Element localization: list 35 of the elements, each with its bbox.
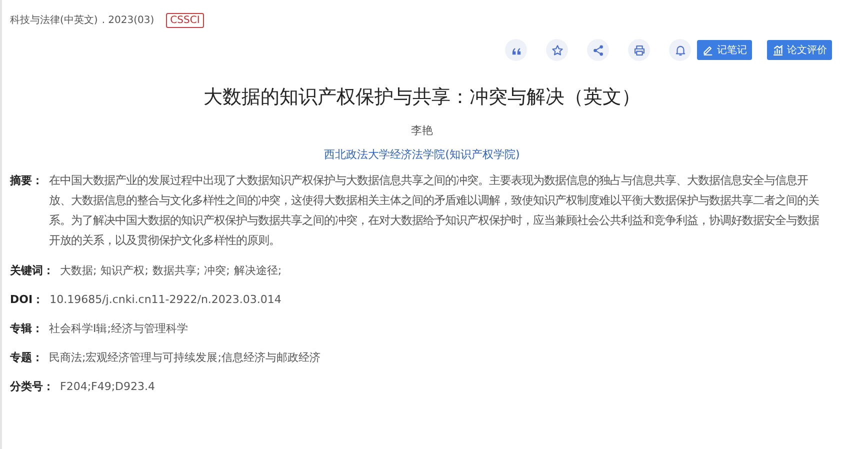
field-value: 民商法;宏观经济管理与可持续发展;信息经济与邮政经济 xyxy=(49,350,320,366)
issue-text: . 2023(03) xyxy=(102,14,154,26)
note-button[interactable]: 记笔记 xyxy=(697,40,752,60)
field-value: 社会科学Ⅰ辑;经济与管理科学 xyxy=(49,321,188,337)
keyword-link[interactable]: 大数据; xyxy=(60,262,97,280)
field-label: 专辑： xyxy=(10,321,43,337)
pencil-icon xyxy=(702,44,714,56)
affiliation-link[interactable]: 西北政法大学经济法学院(知识产权学院) xyxy=(324,147,520,162)
evaluation-button[interactable]: 论文评价 xyxy=(767,40,832,60)
toolbar-button[interactable] xyxy=(587,39,609,61)
keyword-link[interactable]: 解决途径; xyxy=(234,262,282,280)
toolbar-button[interactable] xyxy=(505,39,527,61)
keyword-link[interactable]: 数据共享; xyxy=(152,262,200,280)
journal-link[interactable]: 科技与法律(中英文) xyxy=(10,13,98,27)
toolbar-button[interactable] xyxy=(628,39,650,61)
field-label: 摘要： xyxy=(10,173,43,189)
author-link[interactable]: 李艳 xyxy=(411,123,433,138)
share-icon xyxy=(592,44,604,56)
field-label: 专题： xyxy=(10,350,43,366)
bell-icon xyxy=(674,44,686,56)
index-badge: CSSCI xyxy=(166,12,204,28)
toolbar-button[interactable] xyxy=(669,39,691,61)
field-label: 分类号： xyxy=(10,379,54,395)
field-label: DOI： xyxy=(10,292,44,308)
bar-chart-icon xyxy=(772,44,784,56)
star-icon xyxy=(550,44,564,56)
keyword-link[interactable]: 冲突; xyxy=(204,262,230,280)
field-value: F204;F49;D923.4 xyxy=(60,379,156,395)
field-label: 关键词： xyxy=(10,263,54,279)
field-value: 10.19685/j.cnki.cn11-2922/n.2023.03.014 xyxy=(50,292,282,308)
printer-icon xyxy=(632,44,646,56)
toolbar-button[interactable] xyxy=(546,39,568,61)
keyword-link[interactable]: 知识产权; xyxy=(100,262,148,280)
article-title: 大数据的知识产权保护与共享：冲突与解决（英文） xyxy=(202,85,642,110)
abstract-text: 在中国大数据产业的发展过程中出现了大数据知识产权保护与大数据信息共享之间的冲突。主要表现为数据信息的独占与信息共享、大数据信息安全与信息开放、大数据信息的整合与文化多样性之间的冲突，这使得大数据相关主体之间的矛盾难以调解，致使知识产权制度难以平衡大数据保护与数据共享二者之间的关系。为了解决中国大数据的知识产权保护与数据共享之间的冲突，在对大数据给予知识产权保护时，应当兼顾社会公共利益和竞争利益，协调好数据安全与数据开放的关系，以及贯彻保护文化多样性的原则。 xyxy=(49,173,820,249)
